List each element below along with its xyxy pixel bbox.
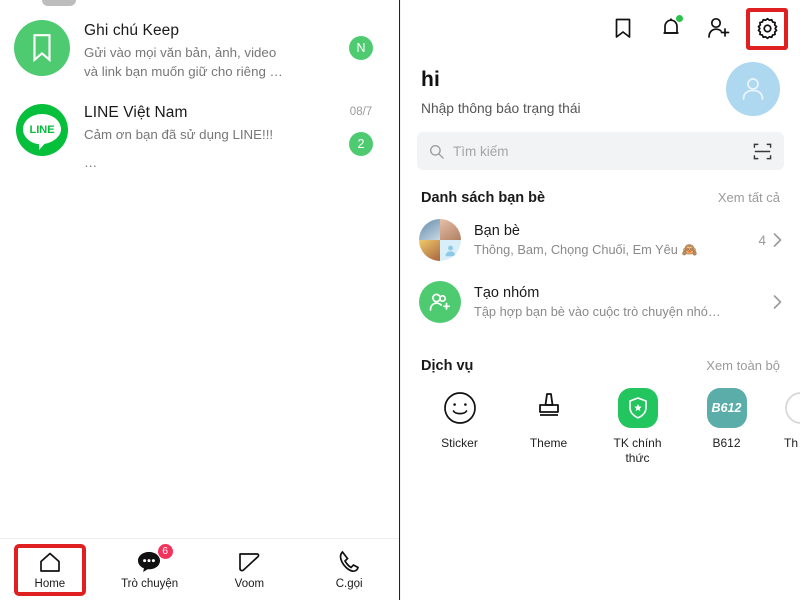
search-placeholder: Tìm kiếm [453,143,509,159]
chat-unread-badge: 2 [349,131,373,156]
services-section-title: Dịch vụ [421,358,474,374]
chat-snippet-line2: và link bạn muốn giữ cho riêng … [84,63,283,79]
nav-item-chats[interactable]: 6 Trò chuyện [100,539,200,600]
svg-text:LINE: LINE [29,124,54,136]
service-label-b612: B612 [712,436,741,450]
notification-dot [676,15,683,22]
nav-label-home: Home [34,577,66,590]
create-group-icon [419,281,461,323]
avatar-tile [440,219,461,240]
friends-count: 4 [758,232,766,248]
list-item-create-group[interactable]: Tạo nhóm Tập hợp bạn bè vào cuộc trò chu… [401,274,800,330]
line-logo-icon: LINE [14,101,70,158]
services-section-header: Dịch vụ Xem toàn bộ [401,330,800,380]
chat-item-meta: N [337,20,385,82]
profile-text-block: hi Nhập thông báo trạng thái [421,62,726,116]
qr-scan-icon[interactable] [753,142,772,161]
chat-item-text: Ghi chú Keep Gửi vào mọi văn bản, ảnh, v… [70,20,337,82]
smiley-icon [440,388,480,428]
avatar[interactable] [726,62,780,116]
list-item-friends[interactable]: Bạn bè Thông, Bam, Chọng Chuối, Em Yêu 🙈… [401,212,800,268]
status-bar-notch [42,0,76,6]
avatar-tile [419,219,440,240]
nav-label-voom: Voom [234,577,265,590]
chevron-right-icon [773,295,782,309]
friends-view-all-link[interactable]: Xem tất cả [718,190,780,205]
list-item-subtitle: Thông, Bam, Chọng Chuối, Em Yêu 🙈 [474,241,698,257]
services-view-all-link[interactable]: Xem toàn bộ [706,358,780,373]
search-section: Tìm kiếm [401,116,800,170]
profile-row[interactable]: hi Nhập thông báo trạng thái [401,56,800,116]
left-panel-chat-list-screen: Ghi chú Keep Gửi vào mọi văn bản, ảnh, v… [0,0,400,600]
chat-item-snippet: Gửi vào mọi văn bản, ảnh, video và link … [84,44,337,82]
list-item-text: Tạo nhóm Tập hợp bạn bè vào cuộc trò chu… [474,285,753,319]
voom-icon [236,550,262,574]
friends-section-title: Danh sách bạn bè [421,190,546,206]
service-label-sticker: Sticker [441,436,478,450]
chat-item-text: LINE Việt Nam Cảm ơn bạn đã sử dụng LINE… [70,102,337,173]
chat-item-title: LINE Việt Nam [84,103,188,121]
nav-item-home[interactable]: Home [0,539,100,600]
service-item-cut-off[interactable]: Th [771,388,800,466]
nav-label-chats: Trò chuyện [121,577,179,590]
right-panel-home-screen: hi Nhập thông báo trạng thái Tìm kiếm Da… [400,0,800,600]
profile-name: hi [421,68,441,91]
list-item-text: Bạn bè Thông, Bam, Chọng Chuối, Em Yêu 🙈 [474,223,745,258]
chat-list-item-line-vietnam[interactable]: LINE LINE Việt Nam Cảm ơn bạn đã sử dụng… [0,96,399,177]
bookmark-icon [14,20,70,76]
chevron-right-icon [773,233,782,247]
chat-item-meta: 08/7 2 [337,102,385,173]
chat-snippet-line1: Cảm ơn bạn đã sử dụng LINE!!! [84,126,274,142]
service-item-official-account[interactable]: TK chính thức [593,388,682,466]
gear-icon[interactable] [746,8,788,50]
home-top-toolbar [401,0,800,56]
service-item-theme[interactable]: Theme [504,388,593,466]
list-item-subtitle: Tập hợp bạn bè vào cuộc trò chuyện nhó… [474,304,721,319]
chat-list-item-keep[interactable]: Ghi chú Keep Gửi vào mọi văn bản, ảnh, v… [0,14,399,86]
service-item-sticker[interactable]: Sticker [415,388,504,466]
chat-unread-badge: N [349,36,373,60]
chat-count-badge: 6 [156,542,174,560]
bottom-navigation-bar: Home 6 Trò chuyện Voom C.gọi [0,538,399,600]
brush-icon [529,388,569,428]
shield-check-icon [617,388,658,428]
chat-snippet-line2: … [84,154,98,170]
nav-item-calls[interactable]: C.gọi [299,539,399,600]
service-label-official-account: TK chính thức [613,436,662,465]
nav-item-voom[interactable]: Voom [200,539,300,600]
nav-label-calls: C.gọi [335,577,363,590]
avatar-tile [440,240,461,261]
chat-item-title: Ghi chú Keep [84,22,180,39]
cut-off-icon [781,388,800,428]
home-icon [38,550,62,574]
search-input[interactable]: Tìm kiếm [417,132,784,170]
add-friend-icon[interactable] [706,15,732,41]
b612-icon: B612 [706,388,747,428]
bookmark-icon[interactable] [610,15,636,41]
profile-status-message[interactable]: Nhập thông báo trạng thái [421,101,726,116]
chat-icon: 6 [137,542,174,574]
list-item-title: Tạo nhóm [474,285,540,301]
b612-icon-text: B612 [711,401,742,415]
chat-item-snippet: Cảm ơn bạn đã sử dụng LINE!!! … [84,126,337,173]
app-root: Ghi chú Keep Gửi vào mọi văn bản, ảnh, v… [0,0,800,600]
person-icon [445,245,456,257]
avatar-tile [419,240,440,261]
service-item-b612[interactable]: B612 B612 [682,388,771,466]
chat-list: Ghi chú Keep Gửi vào mọi văn bản, ảnh, v… [0,0,399,538]
phone-icon [338,550,360,574]
search-icon [429,144,444,159]
friends-section-header: Danh sách bạn bè Xem tất cả [401,170,800,212]
friends-grid-avatar [419,219,461,261]
chat-snippet-line1: Gửi vào mọi văn bản, ảnh, video [84,45,277,60]
service-label-theme: Theme [529,436,568,450]
service-label-cut-off: Th [784,436,799,450]
list-item-title: Bạn bè [474,222,520,239]
services-row: Sticker Theme TK chính thức B612 B612 Th [401,380,800,466]
list-item-trailing [766,295,782,309]
chat-item-time: 08/7 [349,105,373,118]
bell-icon[interactable] [658,15,684,41]
list-item-trailing: 4 [758,233,782,248]
